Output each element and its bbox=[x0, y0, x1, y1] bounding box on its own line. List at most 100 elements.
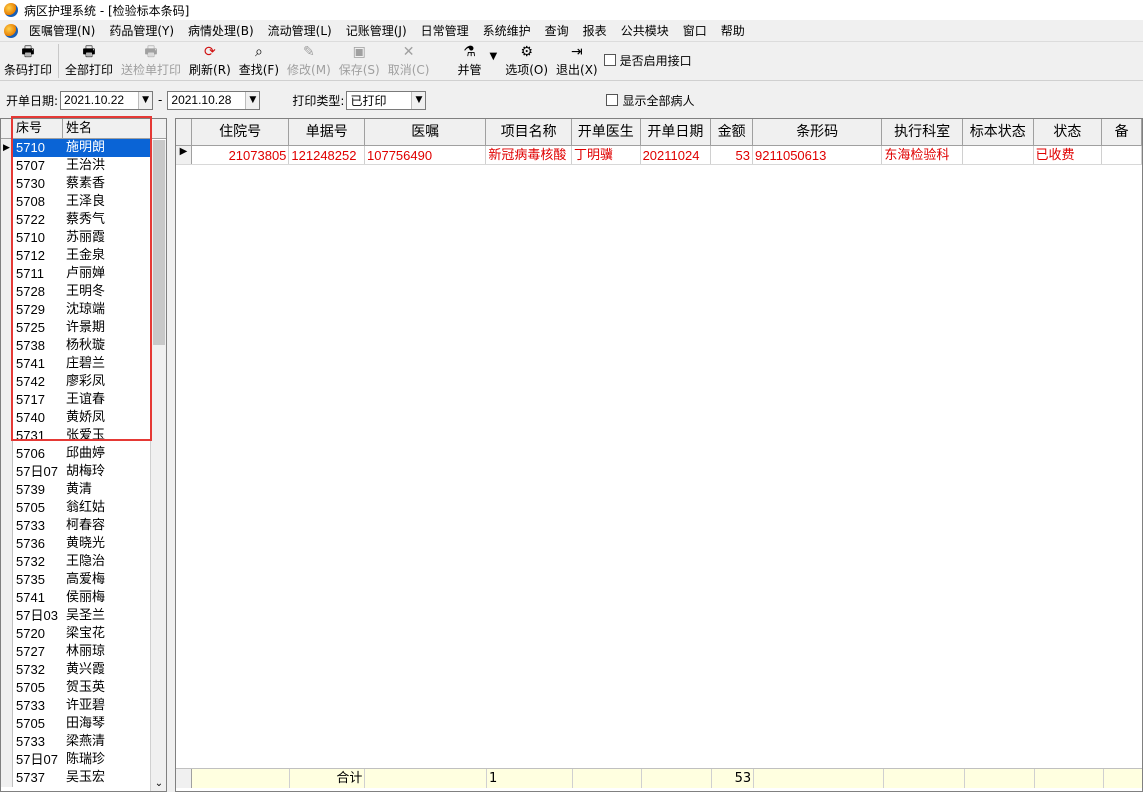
patient-row[interactable]: 5730 蔡素香 bbox=[1, 175, 166, 193]
patient-row[interactable]: 5710 苏丽霞 bbox=[1, 229, 166, 247]
menu-item[interactable]: 报表 bbox=[576, 22, 614, 39]
patient-row[interactable]: 5733 许亚碧 bbox=[1, 697, 166, 715]
date-to-picker[interactable]: 2021.10.28 ▼ bbox=[167, 90, 261, 110]
column-header[interactable]: 执行科室 bbox=[882, 119, 963, 145]
patient-row[interactable]: 5739 黄清 bbox=[1, 481, 166, 499]
column-header[interactable]: 单据号 bbox=[289, 119, 366, 145]
printer-icon: 🖶 bbox=[144, 44, 158, 60]
menu-item[interactable]: 帮助 bbox=[714, 22, 752, 39]
menu-item[interactable]: 日常管理 bbox=[414, 22, 476, 39]
patient-row[interactable]: 5729 沈琼端 bbox=[1, 301, 166, 319]
menu-item[interactable]: 系统维护 bbox=[476, 22, 538, 39]
close-icon: ✕ bbox=[402, 44, 415, 60]
patient-row[interactable]: 5708 王泽良 bbox=[1, 193, 166, 211]
bed-number-cell: 5705 bbox=[16, 500, 45, 515]
chevron-down-icon[interactable]: ▼ bbox=[245, 91, 260, 109]
order-row[interactable]: ▶ 21073805 121248252 107756490 新冠病毒核酸 丁明骥 2021… bbox=[176, 146, 1142, 165]
patient-row[interactable]: 5732 王隐治 bbox=[1, 553, 166, 571]
menu-item[interactable]: 记账管理(J) bbox=[339, 22, 414, 39]
patient-row[interactable]: 5733 梁燕清 bbox=[1, 733, 166, 751]
column-header[interactable]: 住院号 bbox=[192, 119, 290, 145]
patient-row[interactable]: 5707 王治洪 bbox=[1, 157, 166, 175]
scrollbar-thumb[interactable] bbox=[153, 140, 165, 345]
patient-row[interactable]: 5741 庄碧兰 bbox=[1, 355, 166, 373]
patient-row[interactable]: 5731 张爱玉 bbox=[1, 427, 166, 445]
column-header[interactable]: 状态 bbox=[1034, 119, 1103, 145]
find-button[interactable]: ⌕ 查找(F) bbox=[235, 43, 283, 79]
patient-row[interactable]: 5735 高爱梅 bbox=[1, 571, 166, 589]
patient-row[interactable]: 57日03 吴圣兰 bbox=[1, 607, 166, 625]
patient-row[interactable]: 5717 王谊春 bbox=[1, 391, 166, 409]
modify-button[interactable]: ✎ 修改(M) bbox=[283, 43, 335, 79]
send-print-button[interactable]: 🖶 送检单打印 bbox=[117, 43, 185, 79]
bed-number-cell: 5741 bbox=[16, 590, 45, 605]
menu-item[interactable]: 查询 bbox=[538, 22, 576, 39]
column-header[interactable]: 金额 bbox=[711, 119, 754, 145]
patient-row[interactable]: 5705 田海琴 bbox=[1, 715, 166, 733]
chevron-down-icon[interactable]: ▼ bbox=[138, 91, 153, 109]
patient-row[interactable]: 5733 柯春容 bbox=[1, 517, 166, 535]
chevron-down-icon[interactable]: ▼ bbox=[411, 91, 426, 109]
patient-row[interactable]: 5722 蔡秀气 bbox=[1, 211, 166, 229]
total-amount: 53 bbox=[712, 769, 755, 788]
bed-column-header[interactable]: 床号 bbox=[13, 119, 63, 138]
patient-name-cell: 许景期 bbox=[66, 320, 106, 335]
column-header[interactable]: 项目名称 bbox=[486, 119, 572, 145]
patient-row[interactable]: 5738 杨秋璇 bbox=[1, 337, 166, 355]
patient-row[interactable]: 5712 王金泉 bbox=[1, 247, 166, 265]
patient-row[interactable]: 5711 卢丽婵 bbox=[1, 265, 166, 283]
checkbox-box[interactable] bbox=[606, 94, 619, 106]
column-header[interactable]: 医嘱 bbox=[365, 119, 487, 145]
menu-item[interactable]: 医嘱管理(N) bbox=[22, 22, 102, 39]
menu-item[interactable]: 窗口 bbox=[676, 22, 714, 39]
bed-number-cell: 5733 bbox=[16, 734, 45, 749]
merge-tube-button[interactable]: ⚗ 并管 bbox=[453, 43, 485, 79]
patient-row[interactable]: 5728 王明冬 bbox=[1, 283, 166, 301]
print-type-select[interactable]: 已打印 ▼ bbox=[346, 90, 427, 110]
menu-item[interactable]: 流动管理(L) bbox=[261, 22, 339, 39]
column-header[interactable]: 开单医生 bbox=[572, 119, 641, 145]
patient-row[interactable]: 5725 许景期 bbox=[1, 319, 166, 337]
patient-row[interactable]: 5736 黄晓光 bbox=[1, 535, 166, 553]
column-header[interactable]: 开单日期 bbox=[641, 119, 712, 145]
exit-button[interactable]: ⇥ 退出(X) bbox=[552, 43, 602, 79]
column-header[interactable]: 标本状态 bbox=[963, 119, 1034, 145]
date-from-picker[interactable]: 2021.10.22 ▼ bbox=[60, 90, 154, 110]
bed-number-cell: 5735 bbox=[16, 572, 45, 587]
scroll-down-arrow[interactable]: ⌄ bbox=[153, 778, 165, 791]
patient-row[interactable]: 5741 侯丽梅 bbox=[1, 589, 166, 607]
row-indicator bbox=[1, 229, 13, 247]
patient-row[interactable]: 57日07 胡梅玲 bbox=[1, 463, 166, 481]
patient-row[interactable]: 5705 翁红姑 bbox=[1, 499, 166, 517]
enable-interface-checkbox[interactable]: 是否启用接口 bbox=[603, 43, 692, 77]
patient-row[interactable]: 5742 廖彩凤 bbox=[1, 373, 166, 391]
patient-row[interactable]: 57日07 陈瑞珍 bbox=[1, 751, 166, 769]
refresh-button[interactable]: ⟳ 刷新(R) bbox=[185, 43, 235, 79]
footer-cell bbox=[192, 769, 290, 788]
cancel-button[interactable]: ✕ 取消(C) bbox=[384, 43, 434, 79]
show-all-patients-checkbox[interactable]: 显示全部病人 bbox=[606, 92, 694, 109]
patient-row[interactable]: 5705 贺玉英 bbox=[1, 679, 166, 697]
column-header[interactable]: 条形码 bbox=[753, 119, 883, 145]
options-button[interactable]: ⚙ 选项(O) bbox=[501, 43, 552, 79]
patient-row[interactable]: 5706 邱曲婷 bbox=[1, 445, 166, 463]
patient-row[interactable]: 5727 林丽琼 bbox=[1, 643, 166, 661]
patient-row[interactable]: 5732 黄兴霞 bbox=[1, 661, 166, 679]
name-column-header[interactable]: 姓名 bbox=[63, 119, 151, 138]
patient-list-scrollbar[interactable]: ⌄ bbox=[150, 140, 166, 791]
patient-row[interactable]: 5740 黄娇凤 bbox=[1, 409, 166, 427]
menu-item[interactable]: 药品管理(Y) bbox=[102, 22, 181, 39]
patient-row[interactable]: 5737 吴玉宏 bbox=[1, 769, 166, 787]
menu-item[interactable]: 公共模块 bbox=[614, 22, 676, 39]
patient-row[interactable]: 5720 梁宝花 bbox=[1, 625, 166, 643]
print-all-button[interactable]: 🖶 全部打印 bbox=[61, 43, 117, 79]
order-cell: 20211024 bbox=[641, 146, 712, 164]
menu-item[interactable]: 病情处理(B) bbox=[181, 22, 261, 39]
merge-dropdown-arrow[interactable]: ▼ bbox=[486, 43, 502, 79]
patient-list: 床号 姓名 ▶ 5710 施明朗 5707 王治洪 5730 蔡素香 5708 王泽良 5722 蔡… bbox=[0, 118, 167, 792]
checkbox-box[interactable] bbox=[603, 54, 616, 66]
column-header[interactable]: 备 bbox=[1102, 119, 1142, 145]
save-button[interactable]: ▣ 保存(S) bbox=[335, 43, 384, 79]
barcode-print-button[interactable]: 🖶 条码打印 bbox=[0, 43, 56, 79]
patient-row[interactable]: ▶ 5710 施明朗 bbox=[1, 139, 166, 157]
